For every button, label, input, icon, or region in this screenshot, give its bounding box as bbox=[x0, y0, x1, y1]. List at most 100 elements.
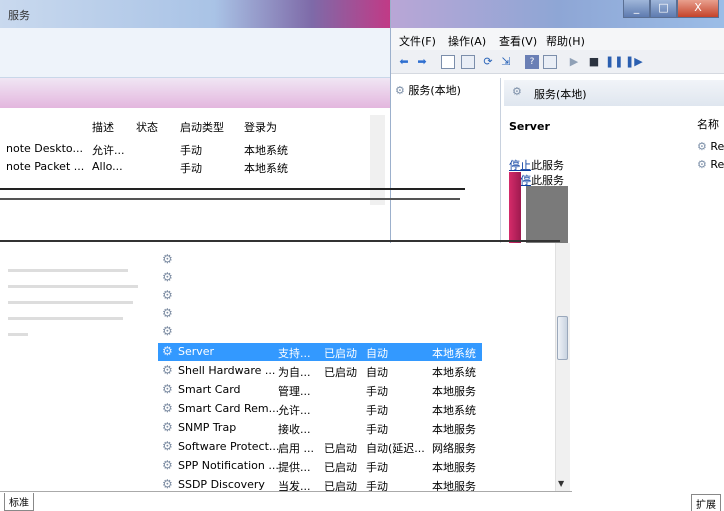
back-menu-area bbox=[0, 28, 390, 78]
detail-header: ⚙ 服务(本地) bbox=[504, 80, 724, 106]
name-column-header[interactable]: 名称 bbox=[697, 116, 719, 132]
console-tree-icon[interactable] bbox=[441, 55, 455, 69]
gear-icon: ⚙ bbox=[162, 344, 173, 358]
service-desc: 支持... bbox=[278, 347, 311, 360]
close-button[interactable]: X bbox=[677, 0, 719, 18]
service-startup: 自动 bbox=[366, 366, 388, 379]
services-list: ⚙ ⚙ ⚙ ⚙ ⚙ ⚙ Server 支持... 已启动 自动 本地系统 ⚙ S… bbox=[158, 243, 558, 493]
service-startup: 自动(延迟... bbox=[366, 442, 425, 455]
pause-icon[interactable]: ❚❚ bbox=[605, 55, 623, 69]
menu-view[interactable]: 查看(V) bbox=[499, 33, 537, 49]
minimize-button[interactable]: _ bbox=[623, 0, 650, 18]
col-description[interactable]: 描述 bbox=[92, 119, 114, 135]
service-status: 已启动 bbox=[324, 347, 357, 360]
gear-icon: ⚙ bbox=[162, 420, 173, 434]
tree-item-services-local[interactable]: ⚙ 服务(本地) bbox=[395, 82, 461, 98]
restart-icon[interactable]: ❚▶ bbox=[625, 55, 643, 69]
list-item: ⚙ bbox=[162, 270, 173, 284]
list-scrollbar[interactable] bbox=[555, 243, 570, 493]
service-startup: 手动 bbox=[366, 404, 388, 417]
service-desc: 管理... bbox=[278, 385, 311, 398]
service-logon: 本地服务 bbox=[432, 385, 476, 398]
service-status: 已启动 bbox=[324, 366, 357, 379]
table-row[interactable]: ⚙ SNMP Trap 接收... 手动 本地服务 bbox=[158, 419, 482, 437]
table-row[interactable]: ⚙ Server 支持... 已启动 自动 本地系统 bbox=[158, 343, 482, 361]
row-startup: 手动 bbox=[180, 144, 202, 157]
service-name: Smart Card Rem... bbox=[178, 402, 280, 415]
row-desc: 允许... bbox=[92, 144, 125, 157]
table-row[interactable]: ⚙ Software Protect... 启用 ... 已启动 自动(延迟..… bbox=[158, 438, 482, 456]
table-row[interactable]: ⚙ Smart Card Rem... 允许... 手动 本地系统 bbox=[158, 400, 482, 418]
list-item: ⚙ bbox=[162, 252, 173, 266]
properties-icon[interactable] bbox=[461, 55, 475, 69]
service-logon: 网络服务 bbox=[432, 442, 476, 455]
view-icon[interactable] bbox=[543, 55, 557, 69]
service-name: Smart Card bbox=[178, 383, 241, 396]
service-name: Shell Hardware ... bbox=[178, 364, 276, 377]
help-icon[interactable]: ? bbox=[525, 55, 539, 69]
table-row[interactable]: ⚙ Shell Hardware ... 为自... 已启动 自动 本地系统 bbox=[158, 362, 482, 380]
tab-standard[interactable]: 标准 bbox=[4, 493, 34, 511]
gear-icon: ⚙ bbox=[162, 363, 173, 377]
col-logon-as[interactable]: 登录为 bbox=[244, 119, 277, 135]
service-status: 已启动 bbox=[324, 442, 357, 455]
gear-icon: ⚙ bbox=[697, 140, 707, 153]
maximize-button[interactable]: □ bbox=[650, 0, 677, 18]
list-item: ⚙ bbox=[162, 306, 173, 320]
menu-action[interactable]: 操作(A) bbox=[448, 33, 486, 49]
toolbar: ⬅ ➡ ⟳ ⇲ ? ▶ ■ ❚❚ ❚▶ bbox=[391, 50, 724, 74]
gear-icon: ⚙ bbox=[512, 85, 522, 98]
service-startup: 手动 bbox=[366, 423, 388, 436]
service-name: Software Protect... bbox=[178, 440, 280, 453]
back-column-header[interactable]: 描述 状态 启动类型 登录为 bbox=[0, 117, 385, 135]
scroll-down-arrow-icon[interactable]: ▼ bbox=[558, 479, 564, 488]
forward-arrow-icon[interactable]: ➡ bbox=[415, 55, 429, 69]
service-logon: 本地系统 bbox=[432, 347, 476, 360]
col-startup-type[interactable]: 启动类型 bbox=[180, 119, 224, 135]
export-icon[interactable]: ⇲ bbox=[499, 55, 513, 69]
service-logon: 本地服务 bbox=[432, 461, 476, 474]
service-desc: 允许... bbox=[278, 404, 311, 417]
col-status[interactable]: 状态 bbox=[136, 119, 158, 135]
row-startup: 手动 bbox=[180, 162, 202, 175]
play-icon[interactable]: ▶ bbox=[567, 55, 581, 69]
refresh-icon[interactable]: ⟳ bbox=[481, 55, 495, 69]
stop-link[interactable]: 停止 bbox=[509, 159, 531, 172]
service-desc: 为自... bbox=[278, 366, 311, 379]
gear-icon: ⚙ bbox=[162, 382, 173, 396]
table-row[interactable]: ⚙ SPP Notification ... 提供... 已启动 手动 本地服务 bbox=[158, 457, 482, 475]
service-desc: 启用 ... bbox=[278, 442, 314, 455]
service-desc: 提供... bbox=[278, 461, 311, 474]
service-name: Server bbox=[178, 345, 215, 358]
back-title-bar: 服务 bbox=[0, 0, 390, 28]
menu-file[interactable]: 文件(F) bbox=[399, 33, 436, 49]
scrollbar-thumb[interactable] bbox=[557, 316, 568, 360]
row-logon: 本地系统 bbox=[244, 144, 288, 157]
row-name: note Deskto... bbox=[6, 142, 83, 155]
service-name: SNMP Trap bbox=[178, 421, 237, 434]
menu-help[interactable]: 帮助(H) bbox=[546, 33, 585, 49]
table-row[interactable]: ⚙ Smart Card 管理... 手动 本地服务 bbox=[158, 381, 482, 399]
selected-service-name: Server bbox=[509, 120, 550, 133]
gear-icon: ⚙ bbox=[162, 458, 173, 472]
distortion-line bbox=[0, 188, 465, 190]
service-name: SPP Notification ... bbox=[178, 459, 279, 472]
gear-icon: ⚙ bbox=[162, 439, 173, 453]
back-arrow-icon[interactable]: ⬅ bbox=[397, 55, 411, 69]
tree-label: 服务(本地) bbox=[408, 84, 461, 97]
blurred-description bbox=[8, 261, 153, 336]
gear-icon: ⚙ bbox=[395, 84, 405, 97]
table-row[interactable]: note Packet ... Allo... 手动 本地系统 bbox=[0, 158, 380, 176]
table-row[interactable]: note Deskto... 允许... 手动 本地系统 bbox=[0, 140, 380, 158]
render-distortion bbox=[0, 176, 580, 244]
tab-extended[interactable]: 扩展 bbox=[691, 494, 721, 511]
stop-service-action[interactable]: 停止此服务 bbox=[509, 157, 564, 173]
stop-icon[interactable]: ■ bbox=[587, 55, 601, 69]
back-window-title: 服务 bbox=[8, 9, 30, 22]
list-item[interactable]: ⚙ Re bbox=[697, 158, 724, 171]
service-startup: 自动 bbox=[366, 347, 388, 360]
list-item[interactable]: ⚙ Re bbox=[697, 140, 724, 153]
service-logon: 本地系统 bbox=[432, 404, 476, 417]
window-controls: _ □ X bbox=[623, 0, 719, 20]
row-name: note Packet ... bbox=[6, 160, 85, 173]
